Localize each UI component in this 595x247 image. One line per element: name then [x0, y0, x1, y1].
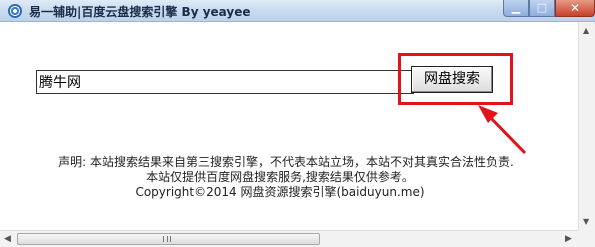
scroll-up-icon[interactable]: ▲	[583, 26, 589, 35]
copyright-text: Copyright©2014 网盘资源搜索引擎(baiduyun.me)	[135, 185, 425, 199]
maximize-button[interactable]: □	[529, 0, 555, 17]
title-bar[interactable]: 易一辅助|百度云盘搜索引擎 By yeayee ▁ □ ✕	[0, 0, 595, 22]
window-title: 易一辅助|百度云盘搜索引擎 By yeayee	[29, 5, 251, 19]
scroll-right-icon[interactable]: ▶	[565, 234, 572, 244]
scroll-left-icon[interactable]: ◀	[4, 234, 11, 244]
search-button[interactable]: 网盘搜索	[411, 66, 493, 93]
app-window: 易一辅助|百度云盘搜索引擎 By yeayee ▁ □ ✕ 网盘搜索 声明: 本…	[0, 0, 595, 247]
horizontal-scroll-thumb[interactable]	[17, 233, 320, 245]
horizontal-scrollbar[interactable]: ◀ ▶	[0, 230, 578, 247]
search-input[interactable]	[36, 70, 414, 94]
minimize-button[interactable]: ▁	[503, 0, 529, 17]
scroll-down-icon[interactable]: ▼	[583, 217, 589, 226]
vertical-scrollbar[interactable]: ▲ ▼	[578, 22, 595, 230]
grip-icon	[163, 236, 171, 242]
scrollbar-corner	[578, 230, 595, 247]
app-logo-icon	[8, 4, 22, 18]
close-button[interactable]: ✕	[555, 0, 595, 17]
